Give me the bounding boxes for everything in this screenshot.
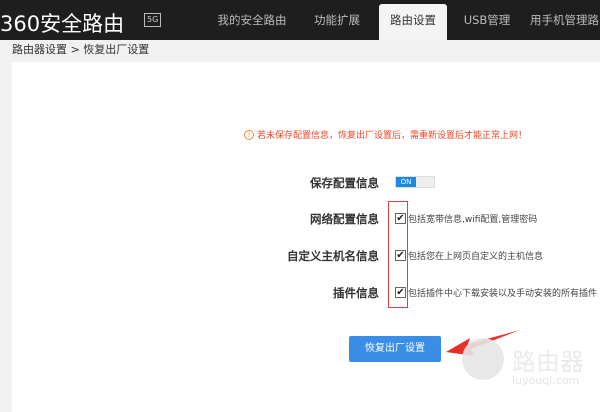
top-bar: 360安全路由 5G 我的安全路由 功能扩展 路由设置 USB管理 用手机管理路…	[0, 0, 600, 40]
watermark-title: 路由器	[512, 348, 584, 376]
warning-message: ! 若未保存配置信息，恢复出厂设置后，需重新设置后才能正常上网！	[244, 128, 527, 141]
network-config-label: 网络配置信息	[310, 212, 379, 226]
5g-badge: 5G	[144, 13, 162, 27]
breadcrumb: 路由器设置 > 恢复出厂设置	[12, 43, 150, 56]
tab-my-router[interactable]: 我的安全路由	[212, 4, 292, 40]
tab-mobile[interactable]: 用手机管理路由	[530, 4, 600, 40]
hostname-label: 自定义主机名信息	[287, 249, 379, 263]
save-config-toggle[interactable]: ON	[395, 176, 435, 188]
save-config-label: 保存配置信息	[310, 176, 379, 190]
tab-router-settings[interactable]: 路由设置	[379, 4, 447, 40]
warning-text: 若未保存配置信息，恢复出厂设置后，需重新设置后才能正常上网！	[257, 131, 528, 141]
info-icon: !	[244, 129, 254, 140]
reset-button[interactable]: 恢复出厂设置	[349, 336, 441, 362]
tab-extensions[interactable]: 功能扩展	[305, 4, 369, 40]
plugin-label: 插件信息	[333, 286, 379, 300]
toggle-on: ON	[396, 177, 416, 187]
watermark-url: luyouqi.com	[512, 374, 580, 387]
router-logo-icon	[462, 338, 504, 380]
hostname-desc: 包括您在上网页自定义的主机信息	[408, 252, 544, 262]
annotation-box	[388, 201, 408, 308]
network-config-desc: 包括宽带信息,wifi配置,管理密码	[408, 215, 538, 225]
logo: 360安全路由	[0, 12, 125, 36]
tab-usb[interactable]: USB管理	[455, 4, 519, 40]
plugin-desc: 包括插件中心下载安装以及手动安装的所有插件	[408, 289, 598, 299]
